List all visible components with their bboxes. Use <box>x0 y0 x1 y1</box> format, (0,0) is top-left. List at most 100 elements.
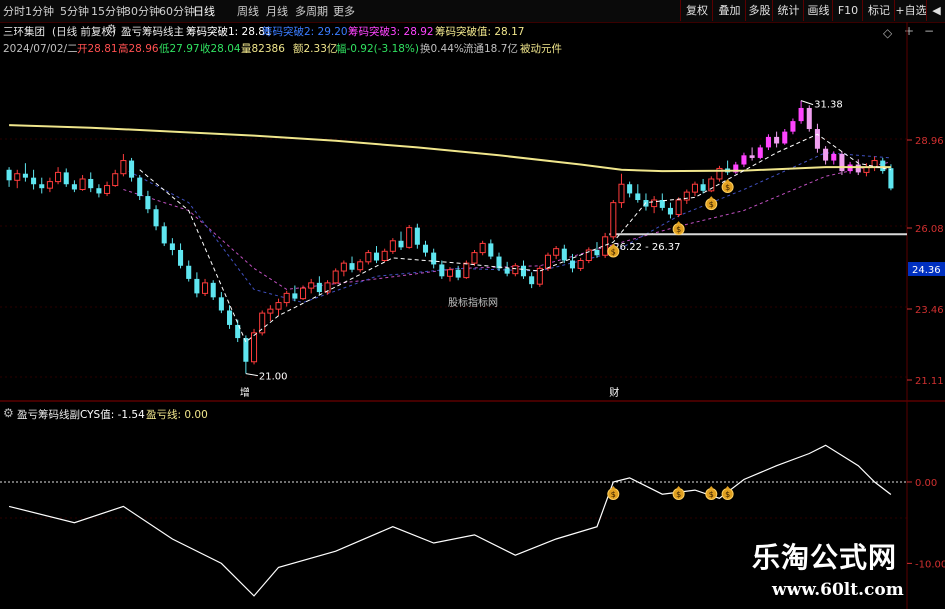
candle-body <box>414 227 420 245</box>
candle-body <box>675 199 682 215</box>
candle-body <box>251 332 258 363</box>
candle-body <box>479 242 486 254</box>
candle-body <box>389 240 396 252</box>
sub-y-tick-label: -10.00 <box>915 559 945 570</box>
candle-body <box>691 183 698 193</box>
white-trend-line <box>139 133 891 343</box>
high-marker <box>800 100 814 106</box>
candle-body <box>381 250 388 262</box>
low-label: 21.00 <box>259 372 288 383</box>
candle-body <box>202 282 209 294</box>
candle-body <box>194 278 200 294</box>
candle-body <box>667 207 673 215</box>
candle-body <box>471 252 478 264</box>
sub-y-tick-label: 0.00 <box>915 478 937 489</box>
candle-body <box>544 254 552 269</box>
candle-body <box>22 173 28 178</box>
watermark-name: 乐淘公式网 <box>752 541 898 574</box>
candle-body <box>700 184 706 191</box>
money-bag-icon <box>725 179 731 183</box>
candle-body <box>439 264 445 277</box>
candle-body <box>880 160 886 172</box>
candle-body <box>210 282 216 298</box>
candle-body <box>218 297 224 311</box>
candle-body <box>267 308 274 314</box>
candle-body <box>561 248 567 261</box>
candle-body <box>316 282 322 293</box>
candle-body <box>594 249 600 256</box>
candle-body <box>635 193 641 201</box>
candle-body <box>618 183 625 204</box>
candle-body <box>888 168 894 189</box>
candle-body <box>104 185 111 194</box>
candle-body <box>602 236 609 256</box>
event-marker-cai: 财 <box>609 386 619 399</box>
chart-watermark: 股标指标网 <box>448 296 498 309</box>
candle-body <box>455 269 461 278</box>
cys-value: CYS值: -1.54 <box>80 409 145 421</box>
candle-body <box>299 287 307 300</box>
candle-body <box>79 178 86 190</box>
candle-body <box>292 293 298 299</box>
candle-body <box>169 243 175 250</box>
candle-body <box>855 164 861 173</box>
sub-money-bag-icon <box>708 485 714 489</box>
candle-body <box>178 249 184 266</box>
candle-body <box>340 262 347 272</box>
candle-body <box>349 263 355 270</box>
candle-body <box>520 265 527 277</box>
money-bag-icon: $ <box>611 247 616 256</box>
sub-indicator-title[interactable]: 盈亏筹码线副 <box>17 407 80 422</box>
pnl-line-value: 盈亏线: 0.00 <box>146 409 208 421</box>
candle-body <box>71 184 77 190</box>
money-bag-icon <box>708 196 714 200</box>
candle-body <box>749 155 755 158</box>
candle-body <box>504 268 510 274</box>
candle-body <box>6 169 12 181</box>
candle-body <box>446 269 454 277</box>
y-tick-label: 23.46 <box>915 305 944 316</box>
candle-body <box>398 240 404 248</box>
sub-money-bag-icon <box>725 485 731 489</box>
candle-body <box>569 260 576 269</box>
money-bag-icon: $ <box>725 183 730 192</box>
candle-body <box>757 147 763 158</box>
candle-body <box>741 155 747 165</box>
candle-body <box>46 181 53 189</box>
candle-body <box>577 260 584 269</box>
money-bag-icon: $ <box>709 200 714 209</box>
money-bag-icon <box>676 221 682 225</box>
candle-body <box>120 160 127 175</box>
candle-body <box>431 252 437 265</box>
candle-body <box>839 153 845 172</box>
candle-body <box>790 121 796 132</box>
candle-body <box>651 199 658 208</box>
candle-body <box>14 173 21 181</box>
candle-body <box>283 292 290 304</box>
candle-body <box>63 172 69 185</box>
candle-body <box>96 188 102 194</box>
candle-body <box>373 252 380 261</box>
candle-body <box>659 200 665 208</box>
watermark-url: www.60lt.com <box>772 580 904 600</box>
candle-body <box>145 196 151 210</box>
candle-body <box>153 209 159 227</box>
candle-body <box>275 302 282 310</box>
candle-body <box>814 129 820 149</box>
kline-chart[interactable]: 28.96 26.08 23.46 21.11 24.36 31.38 21.00 26.22… <box>0 0 945 609</box>
candle-body <box>774 136 780 144</box>
candle-body <box>765 136 771 148</box>
candle-body <box>823 148 829 161</box>
sub-money-bag-icon: $ <box>611 490 616 499</box>
candle-body <box>512 265 519 275</box>
candle-body <box>488 243 494 257</box>
candle-body <box>39 184 45 189</box>
candle-body <box>610 202 617 238</box>
candle-body <box>357 261 364 271</box>
candle-body <box>129 160 135 178</box>
sub-money-bag-icon: $ <box>676 490 681 499</box>
sub-settings-icon[interactable]: ⚙ <box>3 406 14 420</box>
candle-body <box>463 262 470 279</box>
candle-body <box>137 177 143 197</box>
y-tick-label: 21.11 <box>915 376 944 387</box>
